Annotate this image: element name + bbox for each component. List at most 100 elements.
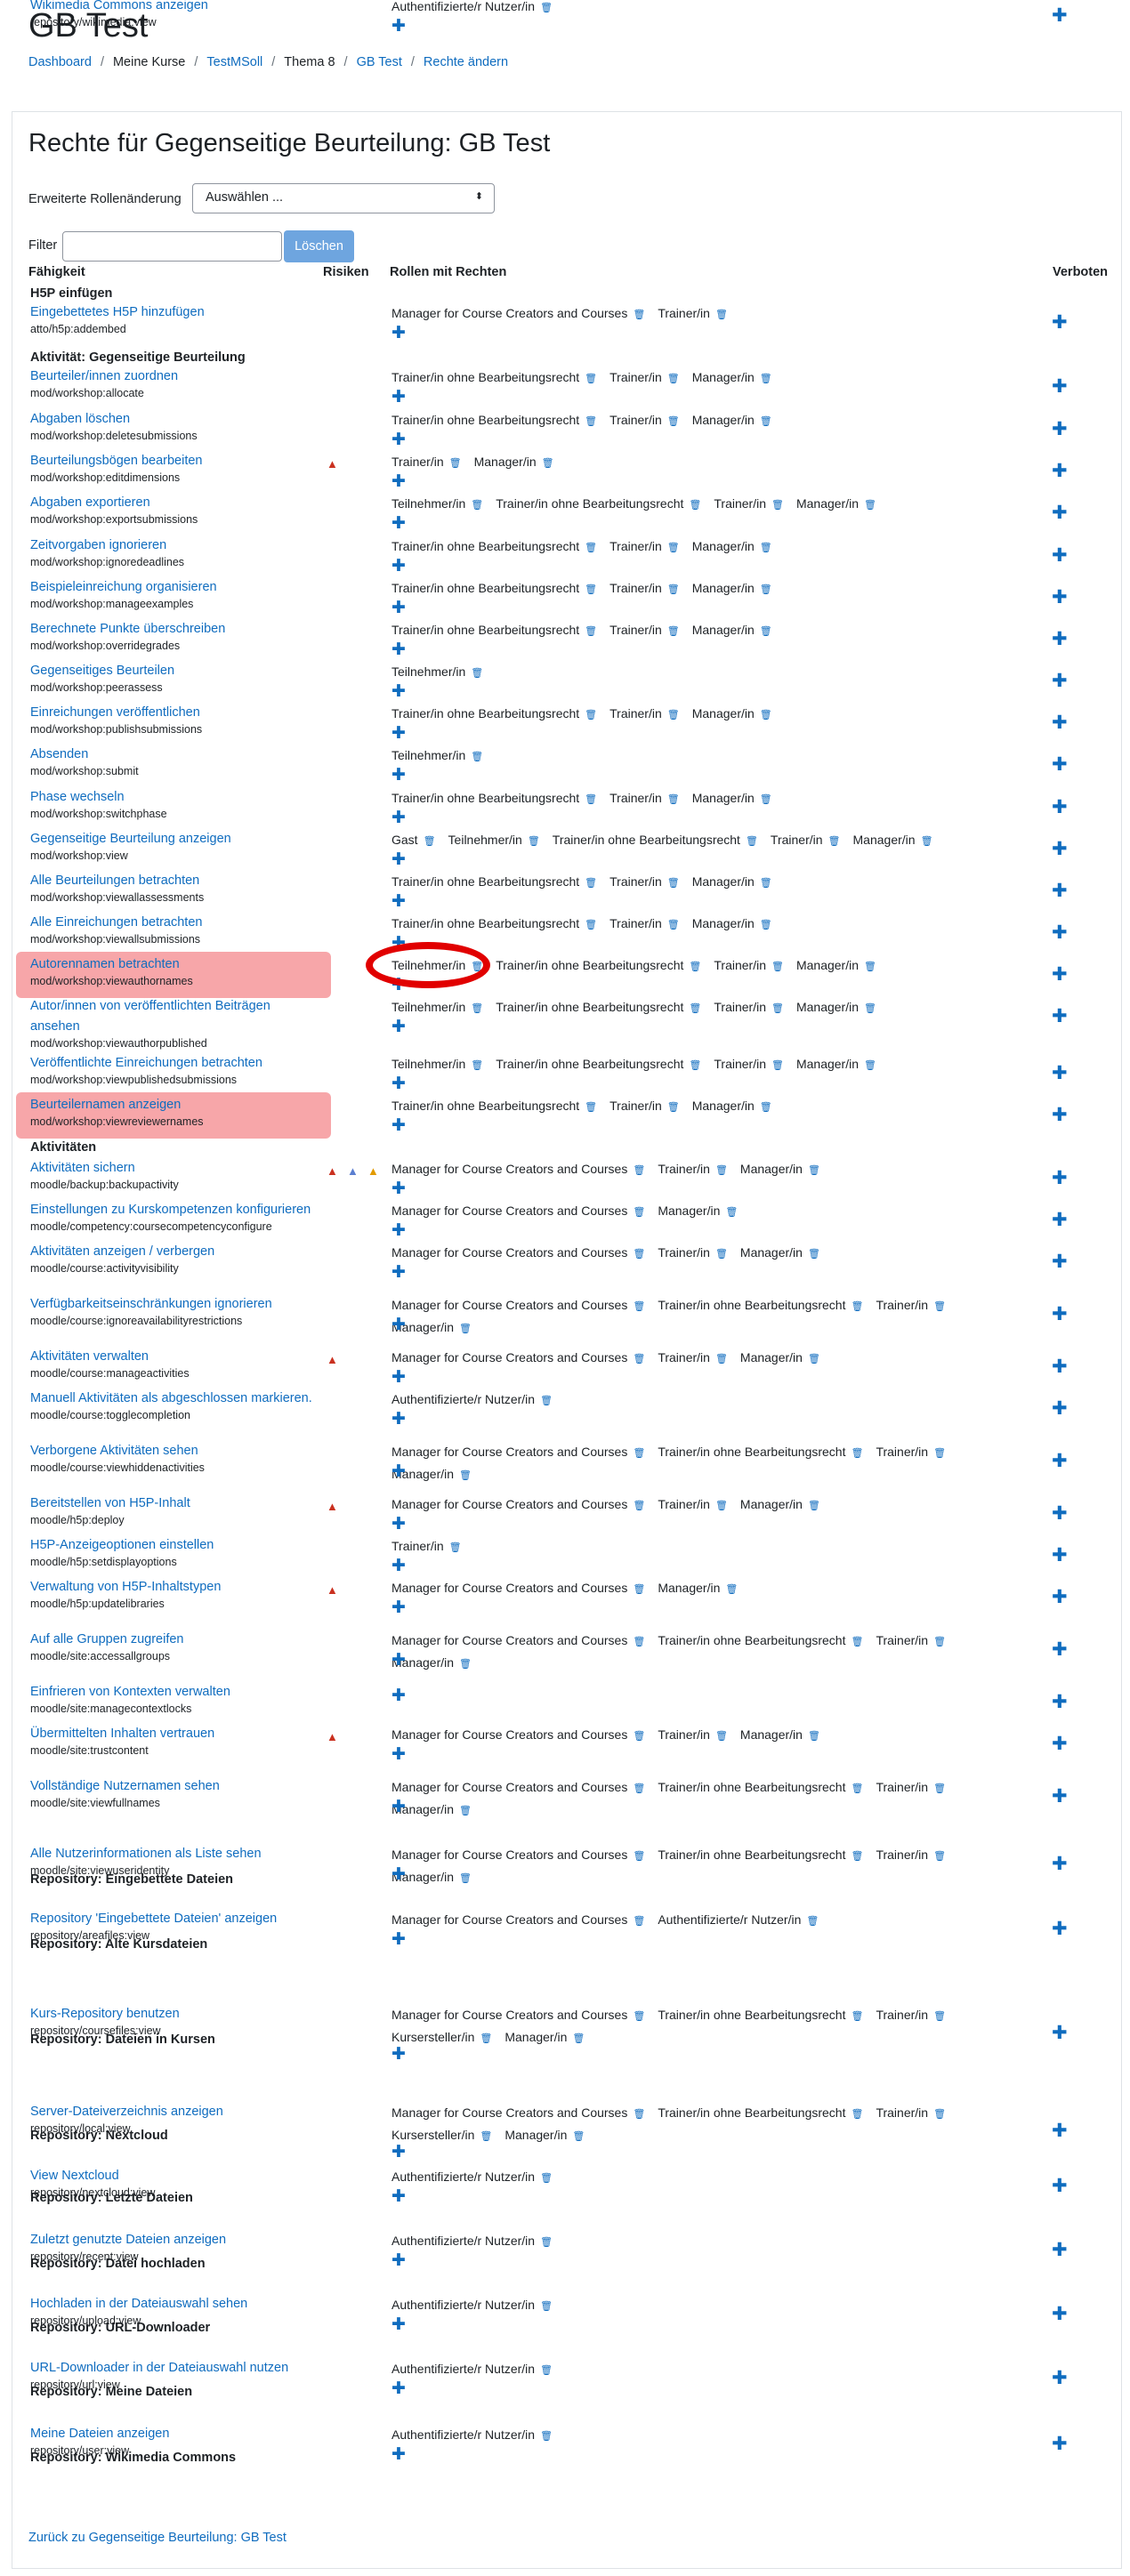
breadcrumb-dashboard[interactable]: Dashboard bbox=[28, 55, 92, 69]
capability-link[interactable]: Verwaltung von H5P-Inhaltstypen bbox=[30, 1577, 221, 1598]
plus-icon[interactable]: ✚ bbox=[1052, 1640, 1068, 1659]
capability-link[interactable]: Eingebettetes H5P hinzufügen bbox=[30, 302, 205, 323]
trash-icon[interactable]: 🗑 bbox=[667, 374, 680, 384]
trash-icon[interactable]: 🗑 bbox=[725, 1584, 738, 1595]
trash-icon[interactable]: 🗑 bbox=[760, 626, 772, 637]
trash-icon[interactable]: 🗑 bbox=[633, 1916, 645, 1927]
capability-link[interactable]: Autor/innen von veröffentlichten Beiträg… bbox=[30, 996, 315, 1037]
plus-icon[interactable]: ✚ bbox=[391, 1316, 406, 1333]
back-link[interactable]: Zurück zu Gegenseitige Beurteilung: GB T… bbox=[28, 2531, 287, 2545]
capability-link[interactable]: Aktivitäten sichern bbox=[30, 1158, 135, 1179]
trash-icon[interactable]: 🗑 bbox=[864, 1003, 876, 1014]
capability-link[interactable]: Einstellungen zu Kurskompetenzen konfigu… bbox=[30, 1200, 311, 1220]
trash-icon[interactable]: 🗑 bbox=[471, 1060, 483, 1071]
trash-icon[interactable]: 🗑 bbox=[633, 2109, 645, 2120]
plus-icon[interactable]: ✚ bbox=[1052, 881, 1068, 900]
trash-icon[interactable]: 🗑 bbox=[667, 584, 680, 595]
capability-link[interactable]: Einfrieren von Kontexten verwalten bbox=[30, 1682, 230, 1703]
trash-icon[interactable]: 🗑 bbox=[540, 2365, 553, 2376]
plus-icon[interactable]: ✚ bbox=[1052, 798, 1068, 817]
plus-icon[interactable]: ✚ bbox=[1052, 1504, 1068, 1523]
trash-icon[interactable]: 🗑 bbox=[689, 500, 701, 511]
trash-icon[interactable]: 🗑 bbox=[633, 1301, 645, 1312]
plus-icon[interactable]: ✚ bbox=[1052, 462, 1068, 480]
plus-icon[interactable]: ✚ bbox=[1052, 1855, 1068, 1873]
plus-icon[interactable]: ✚ bbox=[391, 1652, 406, 1669]
plus-icon[interactable]: ✚ bbox=[391, 1180, 406, 1197]
capability-link[interactable]: Vollständige Nutzernamen sehen bbox=[30, 1776, 220, 1797]
trash-icon[interactable]: 🗑 bbox=[667, 878, 680, 889]
plus-icon[interactable]: ✚ bbox=[391, 1931, 406, 1948]
plus-icon[interactable]: ✚ bbox=[1052, 1211, 1068, 1229]
trash-icon[interactable]: 🗑 bbox=[715, 1731, 728, 1742]
trash-icon[interactable]: 🗑 bbox=[933, 1448, 946, 1459]
advanced-role-select[interactable]: Auswählen ... ⬍ bbox=[192, 183, 495, 213]
capability-link[interactable]: Wikimedia Commons anzeigen bbox=[30, 0, 208, 16]
trash-icon[interactable]: 🗑 bbox=[715, 1354, 728, 1364]
trash-icon[interactable]: 🗑 bbox=[633, 1783, 645, 1794]
trash-icon[interactable]: 🗑 bbox=[572, 2033, 585, 2044]
plus-icon[interactable]: ✚ bbox=[1052, 1169, 1068, 1187]
plus-icon[interactable]: ✚ bbox=[391, 389, 406, 406]
trash-icon[interactable]: 🗑 bbox=[760, 878, 772, 889]
capability-link[interactable]: Meine Dateien anzeigen bbox=[30, 2424, 169, 2444]
plus-icon[interactable]: ✚ bbox=[391, 683, 406, 700]
trash-icon[interactable]: 🗑 bbox=[760, 794, 772, 805]
trash-icon[interactable]: 🗑 bbox=[746, 836, 758, 847]
trash-icon[interactable]: 🗑 bbox=[851, 2109, 863, 2120]
capability-link[interactable]: Abgaben exportieren bbox=[30, 493, 150, 513]
capability-link[interactable]: Beurteilungsbögen bearbeiten bbox=[30, 451, 202, 471]
plus-icon[interactable]: ✚ bbox=[391, 2380, 406, 2397]
capability-link[interactable]: Alle Einreichungen betrachten bbox=[30, 913, 202, 933]
plus-icon[interactable]: ✚ bbox=[1052, 1064, 1068, 1083]
trash-icon[interactable]: 🗑 bbox=[540, 3, 553, 13]
plus-icon[interactable]: ✚ bbox=[391, 1264, 406, 1281]
trash-icon[interactable]: 🗑 bbox=[689, 1003, 701, 1014]
trash-icon[interactable]: 🗑 bbox=[572, 2131, 585, 2142]
warning-triangle-icon[interactable]: ▲ bbox=[327, 1353, 338, 1366]
plus-icon[interactable]: ✚ bbox=[391, 515, 406, 532]
capability-link[interactable]: Aktivitäten anzeigen / verbergen bbox=[30, 1242, 214, 1262]
capability-link[interactable]: URL-Downloader in der Dateiauswahl nutze… bbox=[30, 2358, 288, 2379]
plus-icon[interactable]: ✚ bbox=[391, 2188, 406, 2205]
trash-icon[interactable]: 🗑 bbox=[933, 1637, 946, 1647]
plus-icon[interactable]: ✚ bbox=[1052, 546, 1068, 565]
trash-icon[interactable]: 🗑 bbox=[449, 458, 462, 469]
capability-link[interactable]: Absenden bbox=[30, 745, 88, 765]
plus-icon[interactable]: ✚ bbox=[391, 431, 406, 448]
trash-icon[interactable]: 🗑 bbox=[633, 310, 645, 320]
plus-icon[interactable]: ✚ bbox=[391, 2046, 406, 2063]
plus-icon[interactable]: ✚ bbox=[391, 1746, 406, 1763]
capability-link[interactable]: Manuell Aktivitäten als abgeschlossen ma… bbox=[30, 1389, 312, 1409]
plus-icon[interactable]: ✚ bbox=[1052, 1787, 1068, 1806]
plus-icon[interactable]: ✚ bbox=[1052, 377, 1068, 396]
capability-link[interactable]: Zuletzt genutzte Dateien anzeigen bbox=[30, 2230, 226, 2250]
plus-icon[interactable]: ✚ bbox=[391, 1369, 406, 1386]
trash-icon[interactable]: 🗑 bbox=[725, 1207, 738, 1218]
trash-icon[interactable]: 🗑 bbox=[585, 543, 597, 553]
trash-icon[interactable]: 🗑 bbox=[459, 1659, 472, 1670]
plus-icon[interactable]: ✚ bbox=[1052, 1920, 1068, 1938]
plus-icon[interactable]: ✚ bbox=[1052, 630, 1068, 648]
trash-icon[interactable]: 🗑 bbox=[851, 1301, 863, 1312]
capability-link[interactable]: Aktivitäten verwalten bbox=[30, 1347, 149, 1367]
plus-icon[interactable]: ✚ bbox=[1052, 313, 1068, 332]
trash-icon[interactable]: 🗑 bbox=[633, 1501, 645, 1511]
plus-icon[interactable]: ✚ bbox=[391, 1866, 406, 1883]
breadcrumb-course[interactable]: TestMSoll bbox=[206, 55, 262, 69]
warning-triangle-icon[interactable]: ▲ bbox=[347, 1164, 359, 1178]
warning-triangle-icon[interactable]: ▲ bbox=[367, 1164, 379, 1178]
trash-icon[interactable]: 🗑 bbox=[542, 458, 554, 469]
plus-icon[interactable]: ✚ bbox=[1052, 420, 1068, 439]
plus-icon[interactable]: ✚ bbox=[391, 600, 406, 616]
trash-icon[interactable]: 🗑 bbox=[828, 836, 841, 847]
capability-link[interactable]: H5P-Anzeigeoptionen einstellen bbox=[30, 1535, 214, 1556]
trash-icon[interactable]: 🗑 bbox=[633, 1448, 645, 1459]
plus-icon[interactable]: ✚ bbox=[391, 1117, 406, 1134]
capability-link[interactable]: Alle Beurteilungen betrachten bbox=[30, 871, 199, 891]
plus-icon[interactable]: ✚ bbox=[391, 2252, 406, 2269]
plus-icon[interactable]: ✚ bbox=[1052, 2435, 1068, 2453]
capability-link[interactable]: Zeitvorgaben ignorieren bbox=[30, 535, 166, 556]
trash-icon[interactable]: 🗑 bbox=[585, 710, 597, 720]
capability-link[interactable]: Beispieleinreichung organisieren bbox=[30, 577, 217, 598]
